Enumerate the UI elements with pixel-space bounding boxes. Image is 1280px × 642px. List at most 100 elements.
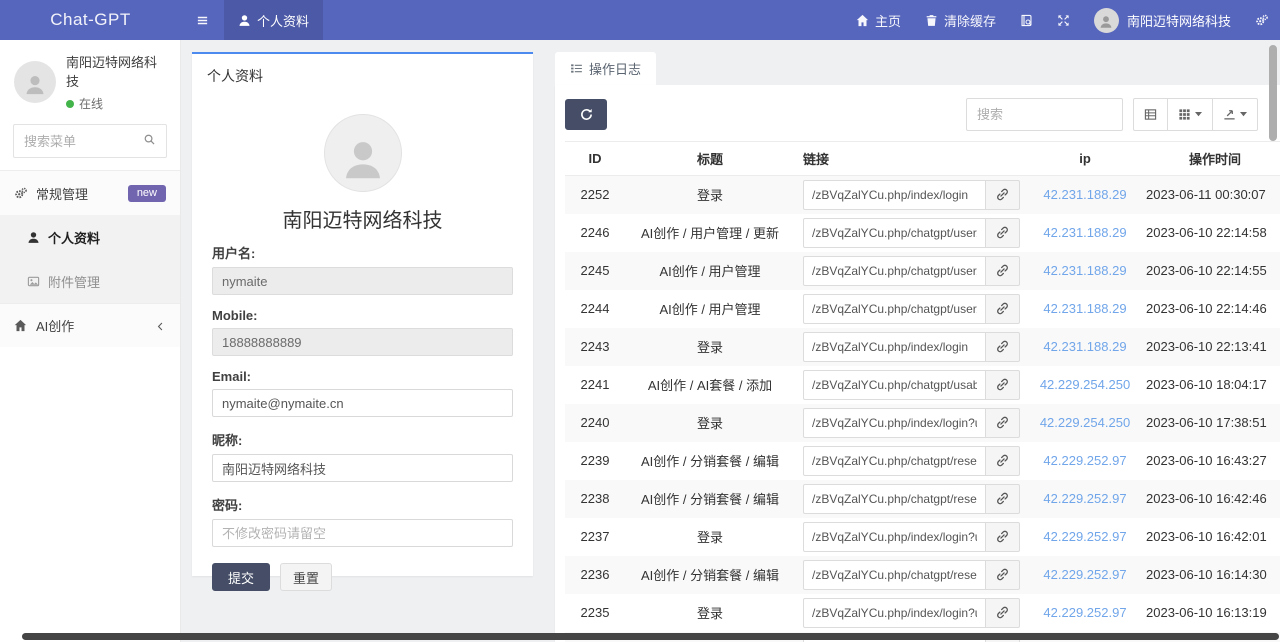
sidebar-item-label: 常规管理 (36, 184, 88, 203)
log-ip-cell: 42.231.188.29 (1030, 290, 1140, 328)
caret-down-icon (1240, 112, 1247, 117)
open-link-button[interactable] (986, 446, 1020, 476)
log-link-input[interactable] (803, 522, 986, 552)
ip-link[interactable]: 42.231.188.29 (1043, 187, 1126, 202)
log-link-cell (795, 366, 1030, 404)
submit-button[interactable]: 提交 (212, 563, 270, 591)
ip-link[interactable]: 42.229.252.97 (1043, 605, 1126, 620)
open-link-button[interactable] (986, 332, 1020, 362)
detail-view-button[interactable] (1133, 98, 1168, 131)
open-link-button[interactable] (986, 218, 1020, 248)
nickname-field[interactable] (212, 454, 513, 482)
user-menu[interactable]: 南阳迈特网络科技 (1082, 0, 1243, 40)
log-link-input[interactable] (803, 370, 986, 400)
sidebar-avatar[interactable] (14, 61, 56, 103)
ip-link[interactable]: 42.229.254.250 (1040, 377, 1130, 392)
horizontal-scrollbar[interactable] (22, 633, 1279, 640)
log-tab-bar: 操作日志 (555, 52, 1280, 85)
log-link-input[interactable] (803, 484, 986, 514)
sidebar-item-ai[interactable]: AI创作 (0, 303, 180, 347)
ip-link[interactable]: 42.229.252.97 (1043, 453, 1126, 468)
open-link-button[interactable] (986, 408, 1020, 438)
link-icon (996, 264, 1009, 277)
sidebar: 南阳迈特网络科技 在线 常规管理 new 个人资料 (0, 40, 181, 642)
list-icon (570, 62, 583, 75)
log-id-cell: 2237 (565, 518, 625, 556)
manual-button[interactable] (1008, 0, 1045, 40)
table-row: 2236AI创作 / 分销套餐 / 编辑42.229.252.972023-06… (565, 556, 1280, 594)
column-header-ip: ip (1030, 142, 1140, 176)
open-link-button[interactable] (986, 484, 1020, 514)
sidebar-item-profile[interactable]: 个人资料 (0, 215, 180, 259)
log-title-cell: AI创作 / 分销套餐 / 编辑 (625, 480, 795, 518)
app-brand[interactable]: Chat-GPT (0, 0, 181, 40)
ip-link[interactable]: 42.231.188.29 (1043, 339, 1126, 354)
password-field[interactable] (212, 519, 513, 547)
log-link-input[interactable] (803, 598, 986, 628)
ip-link[interactable]: 42.231.188.29 (1043, 225, 1126, 240)
log-id-cell: 2244 (565, 290, 625, 328)
table-search-input[interactable] (966, 98, 1123, 131)
log-ip-cell: 42.229.254.250 (1030, 366, 1140, 404)
open-link-button[interactable] (986, 180, 1020, 210)
navbar-user-name: 南阳迈特网络科技 (1127, 11, 1231, 30)
columns-button[interactable] (1168, 98, 1213, 131)
ip-link[interactable]: 42.231.188.29 (1043, 263, 1126, 278)
open-link-button[interactable] (986, 370, 1020, 400)
table-row: 2241AI创作 / AI套餐 / 添加42.229.254.2502023-0… (565, 366, 1280, 404)
mobile-input (212, 328, 513, 356)
settings-button[interactable] (1243, 0, 1280, 40)
link-icon (996, 340, 1009, 353)
table-row: 2245AI创作 / 用户管理42.231.188.292023-06-10 2… (565, 252, 1280, 290)
sidebar-item-label: 个人资料 (48, 228, 100, 247)
email-label: Email: (212, 369, 513, 384)
profile-card: 个人资料 南阳迈特网络科技 用户名: Mobile: Email: 昵称: 密码… (192, 52, 533, 576)
log-id-cell: 2238 (565, 480, 625, 518)
sidebar-item-regular[interactable]: 常规管理 new (0, 171, 180, 215)
clear-cache-link[interactable]: 清除缓存 (913, 0, 1008, 40)
log-link-input[interactable] (803, 294, 986, 324)
link-input-group (803, 294, 1022, 324)
export-button[interactable] (1213, 98, 1258, 131)
grid-icon (1178, 108, 1191, 121)
log-link-input[interactable] (803, 560, 986, 590)
log-panel: 操作日志 ID标题链接ip操作时间 2252登录42.231.188 (555, 52, 1280, 642)
home-link[interactable]: 主页 (844, 0, 913, 40)
log-panel-content: ID标题链接ip操作时间 2252登录42.231.188.292023-06-… (555, 85, 1280, 642)
open-link-button[interactable] (986, 598, 1020, 628)
profile-avatar[interactable] (324, 114, 402, 192)
ip-link[interactable]: 42.229.252.97 (1043, 529, 1126, 544)
log-title-cell: 登录 (625, 404, 795, 442)
open-link-button[interactable] (986, 560, 1020, 590)
ip-link[interactable]: 42.229.252.97 (1043, 491, 1126, 506)
sidebar-menu: 常规管理 new 个人资料 附件管理 AI创作 (0, 170, 180, 347)
fullscreen-button[interactable] (1045, 0, 1082, 40)
log-link-input[interactable] (803, 446, 986, 476)
log-link-input[interactable] (803, 218, 986, 248)
log-id-cell: 2235 (565, 594, 625, 632)
tab-profile[interactable]: 个人资料 (224, 0, 323, 40)
open-link-button[interactable] (986, 522, 1020, 552)
ip-link[interactable]: 42.229.254.250 (1040, 415, 1130, 430)
vertical-scrollbar[interactable] (1269, 45, 1277, 141)
open-link-button[interactable] (986, 256, 1020, 286)
ip-link[interactable]: 42.231.188.29 (1043, 301, 1126, 316)
table-row: 2246AI创作 / 用户管理 / 更新42.231.188.292023-06… (565, 214, 1280, 252)
log-link-input[interactable] (803, 332, 986, 362)
tab-operation-log[interactable]: 操作日志 (555, 52, 656, 85)
log-link-input[interactable] (803, 180, 986, 210)
log-link-input[interactable] (803, 256, 986, 286)
open-link-button[interactable] (986, 294, 1020, 324)
link-icon (996, 302, 1009, 315)
sidebar-item-attachment[interactable]: 附件管理 (0, 259, 180, 303)
navbar-spacer (323, 0, 844, 40)
home-icon (14, 319, 27, 332)
reset-button[interactable]: 重置 (280, 563, 332, 591)
column-header-link: 链接 (795, 142, 1030, 176)
refresh-button[interactable] (565, 99, 607, 130)
sidebar-toggle-button[interactable] (181, 0, 224, 40)
email-field[interactable] (212, 389, 513, 417)
log-link-input[interactable] (803, 408, 986, 438)
ip-link[interactable]: 42.229.252.97 (1043, 567, 1126, 582)
refresh-icon (580, 108, 593, 121)
